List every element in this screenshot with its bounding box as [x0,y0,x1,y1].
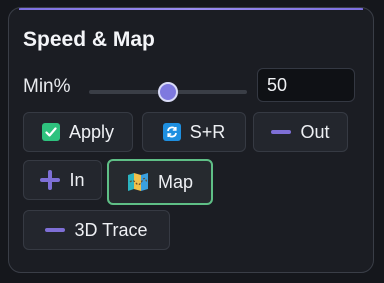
zoom-in-button-label: In [69,169,85,190]
plus-icon [40,170,61,190]
panel-title: Speed & Map [23,28,155,51]
map-button-label: Map [157,171,193,192]
zoom-in-button[interactable]: In [23,160,102,200]
zoom-out-button-label: Out [300,121,330,142]
zoom-out-button[interactable]: Out [253,112,348,152]
apply-button[interactable]: Apply [23,112,133,152]
3d-trace-button[interactable]: 3D Trace [23,210,170,250]
s-plus-r-button[interactable]: S+R [142,112,246,152]
sync-icon [162,123,181,141]
check-box-icon [41,123,60,141]
min-percent-slider[interactable] [89,82,247,102]
speed-map-panel: Speed & Map Min% Apply S+R Out In [8,7,374,273]
minus-icon [45,228,66,232]
minus-icon [271,130,292,134]
panel-accent-line [19,8,363,10]
map-button[interactable]: Map [107,159,213,205]
s-plus-r-button-label: S+R [189,121,226,142]
3d-trace-button-label: 3D Trace [74,219,148,240]
map-icon [127,172,149,192]
min-percent-label: Min% [23,76,71,97]
min-percent-input[interactable] [257,68,355,102]
apply-button-label: Apply [68,121,115,142]
slider-thumb[interactable] [158,82,178,102]
